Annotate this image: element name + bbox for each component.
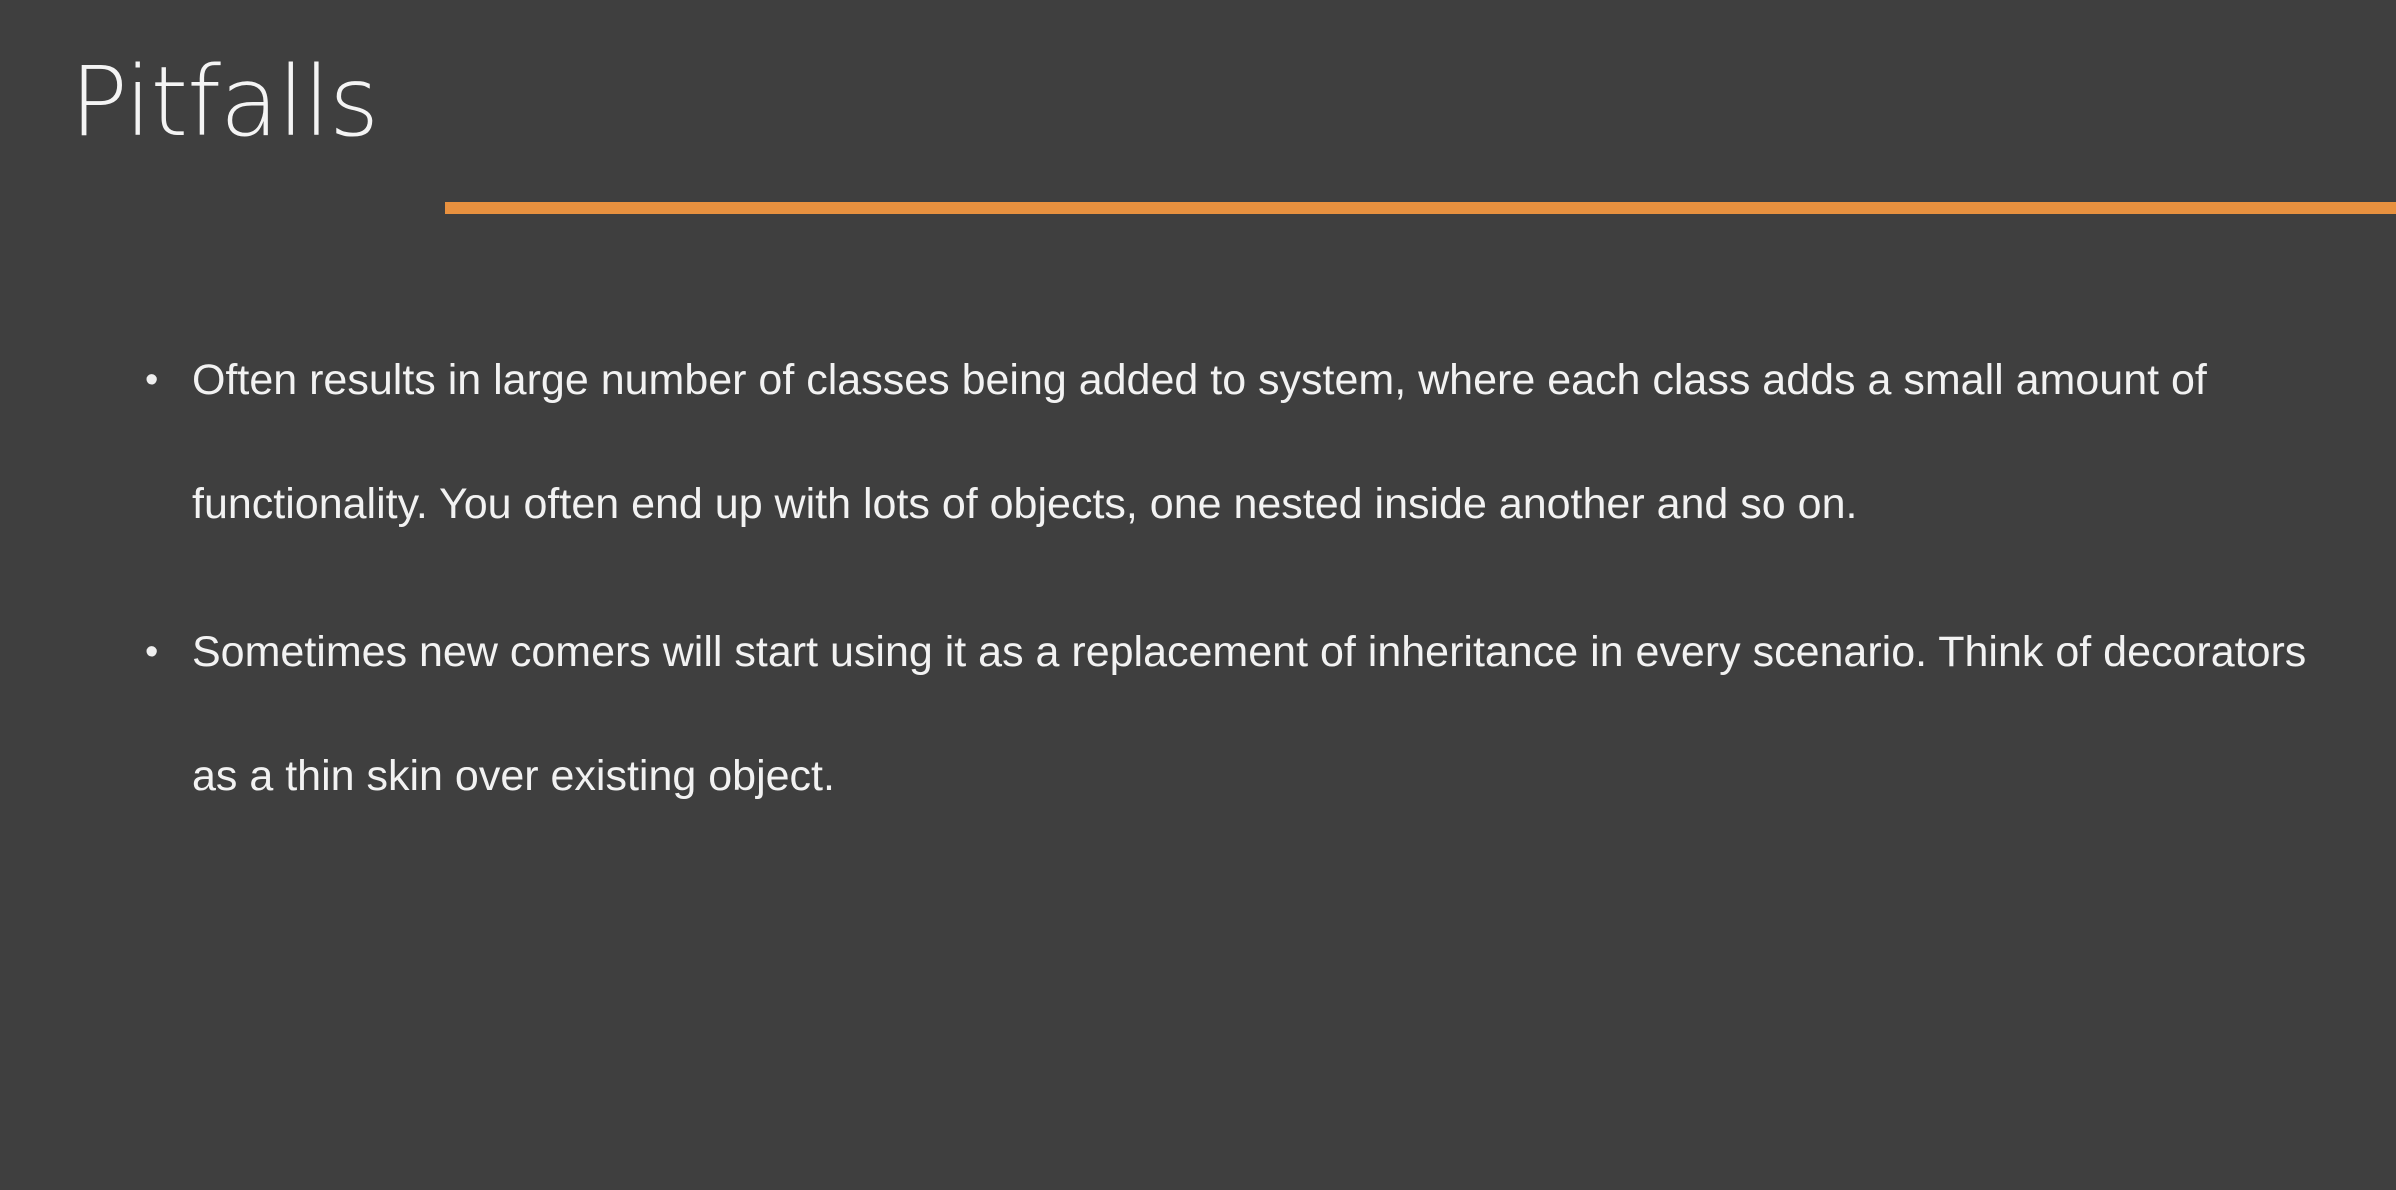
slide-title: Pitfalls [70, 46, 379, 158]
bullet-list: • Often results in large number of class… [140, 318, 2340, 862]
bullet-marker: • [145, 359, 159, 401]
presentation-slide: Pitfalls • Often results in large number… [0, 0, 2396, 1190]
bullet-item: • Sometimes new comers will start using … [140, 590, 2340, 838]
bullet-text: Often results in large number of classes… [192, 356, 2207, 528]
bullet-marker: • [145, 631, 159, 673]
bullet-text: Sometimes new comers will start using it… [192, 628, 2307, 800]
bullet-item: • Often results in large number of class… [140, 318, 2340, 566]
title-accent-rule [445, 202, 2396, 214]
